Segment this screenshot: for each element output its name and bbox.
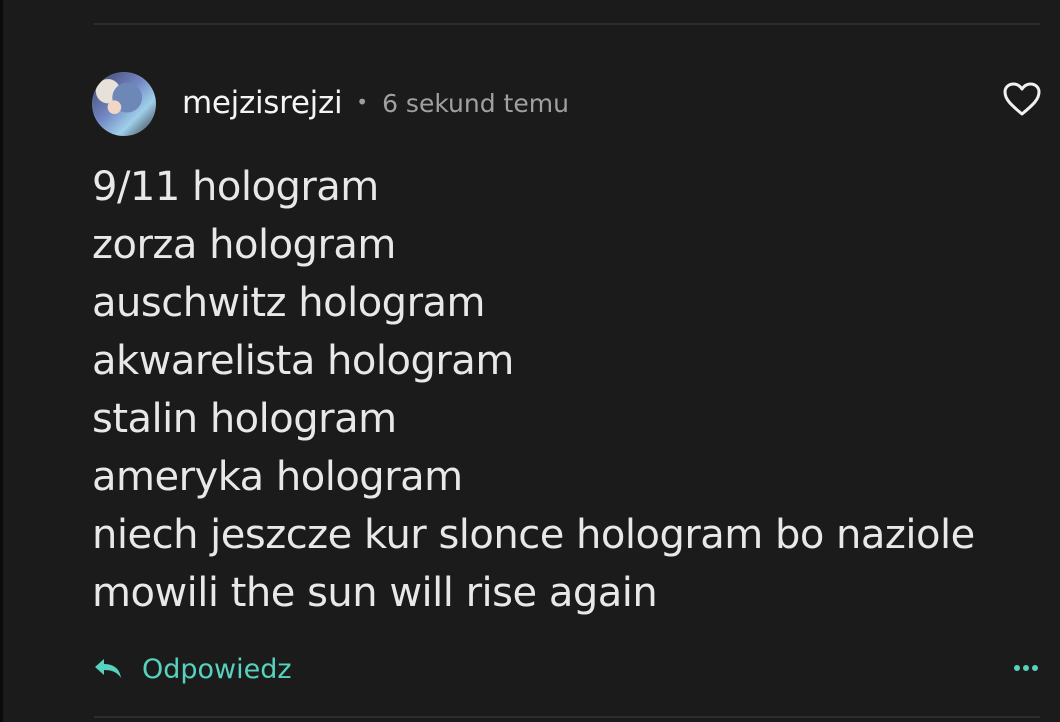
separator-dot: • — [356, 90, 369, 114]
comment-header: mejzisrejzi • 6 sekund temu — [182, 82, 569, 124]
like-button[interactable] — [1000, 80, 1044, 120]
comment-card: mejzisrejzi • 6 sekund temu 9/11 hologra… — [0, 0, 1060, 722]
comment-line: niech jeszcze kur slonce hologram bo naz… — [92, 512, 975, 558]
comment-line: ameryka hologram — [92, 454, 463, 500]
comment-line: akwarelista hologram — [92, 338, 514, 384]
comment-line: mowili the sun will rise again — [92, 570, 658, 616]
more-dots-icon — [1032, 665, 1038, 671]
username[interactable]: mejzisrejzi — [182, 85, 343, 121]
heart-icon — [1003, 82, 1041, 116]
more-options-button[interactable] — [1010, 658, 1042, 678]
reply-button[interactable]: Odpowiedz — [92, 646, 292, 692]
avatar[interactable] — [92, 72, 156, 136]
comment-body: 9/11 hologram zorza hologram auschwitz h… — [92, 158, 992, 622]
bottom-divider — [94, 716, 1040, 718]
more-dots-icon — [1014, 665, 1020, 671]
comment-line: auschwitz hologram — [92, 280, 486, 326]
more-dots-icon — [1023, 665, 1029, 671]
reply-arrow-icon — [92, 655, 124, 683]
timestamp: 6 sekund temu — [382, 88, 569, 118]
comment-line: stalin hologram — [92, 396, 397, 442]
comment-line: 9/11 hologram — [92, 164, 379, 210]
comment-line: zorza hologram — [92, 222, 396, 268]
reply-label: Odpowiedz — [142, 653, 292, 685]
